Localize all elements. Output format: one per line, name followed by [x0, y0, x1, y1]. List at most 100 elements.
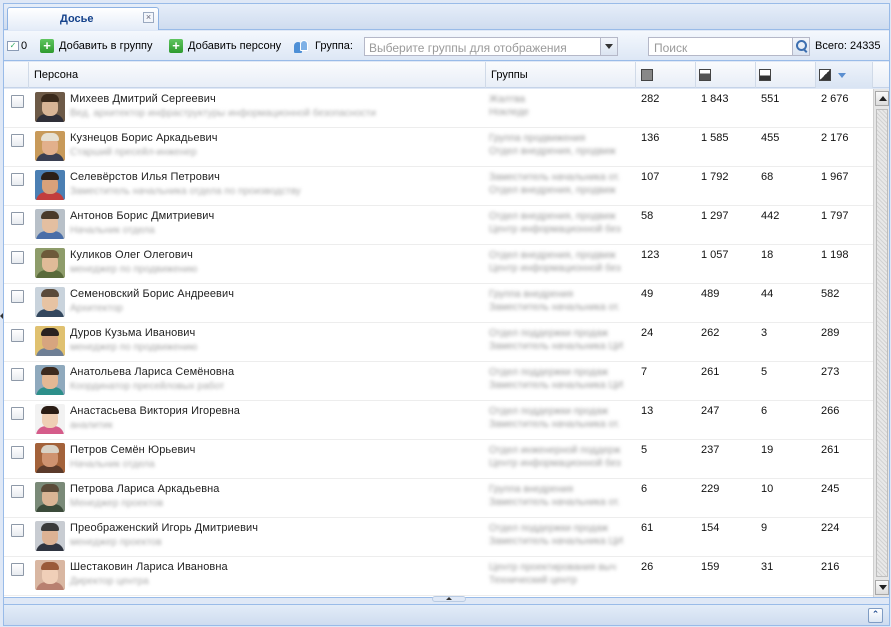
scroll-thumb[interactable]	[876, 109, 888, 577]
metric-value-m3: 442	[761, 210, 780, 222]
metric-value-m4: 1 797	[821, 210, 849, 222]
group-line: Заместитель начальника от.	[489, 302, 621, 313]
column-header-groups[interactable]: Группы	[486, 62, 636, 88]
column-header-metric-1[interactable]	[636, 62, 696, 88]
table-row[interactable]: Кузнецов Борис Аркадьевич Старший пресейл…	[4, 128, 873, 167]
grid-header: Персона Группы	[4, 62, 889, 88]
person-name[interactable]: Шестаковин Лариса Ивановна	[70, 561, 228, 573]
column-header-metric-4[interactable]	[816, 62, 873, 88]
tab-dossier[interactable]: Досье ×	[7, 7, 159, 30]
metric-value-m2: 1 585	[701, 132, 729, 144]
person-name[interactable]: Петрова Лариса Аркадьевна	[70, 483, 220, 495]
avatar[interactable]	[35, 326, 65, 356]
tab-strip: Досье ×	[4, 4, 889, 30]
row-checkbox[interactable]	[11, 212, 24, 225]
row-checkbox[interactable]	[11, 368, 24, 381]
row-checkbox[interactable]	[11, 251, 24, 264]
group-select[interactable]: Выберите группы для отображения	[364, 37, 618, 56]
group-line: Отдел поддержки продаж	[489, 406, 609, 417]
avatar[interactable]	[35, 404, 65, 434]
table-row[interactable]: Куликов Олег Олегович менеджер по продвиж…	[4, 245, 873, 284]
vertical-scrollbar[interactable]	[873, 89, 889, 597]
column-header-metric-3[interactable]	[756, 62, 816, 88]
row-checkbox[interactable]	[11, 446, 24, 459]
person-name[interactable]: Кузнецов Борис Аркадьевич	[70, 132, 218, 144]
group-line: Отдел внедрения, продвиж	[489, 211, 616, 222]
person-groups: Группа внедрения Заместитель начальника о…	[489, 288, 637, 314]
person-name[interactable]: Михеев Дмитрий Сергеевич	[70, 93, 216, 105]
person-name[interactable]: Селевёрстов Илья Петрович	[70, 171, 220, 183]
add-person-button[interactable]: + Добавить персону	[169, 31, 281, 61]
person-name[interactable]: Антонов Борис Дмитриевич	[70, 210, 214, 222]
add-to-group-label: Добавить в группу	[59, 40, 153, 52]
panel-splitter[interactable]	[4, 596, 889, 603]
avatar[interactable]	[35, 248, 65, 278]
footer-panel: ⌃	[4, 604, 889, 625]
row-checkbox[interactable]	[11, 485, 24, 498]
person-role: менеджер по продвижению	[70, 264, 198, 275]
table-row[interactable]: Дуров Кузьма Иванович менеджер по продвиж…	[4, 323, 873, 362]
table-row[interactable]: Шестаковин Лариса Ивановна Директор центр…	[4, 557, 873, 596]
person-name[interactable]: Семеновский Борис Андреевич	[70, 288, 234, 300]
avatar[interactable]	[35, 131, 65, 161]
avatar[interactable]	[35, 482, 65, 512]
left-collapse-icon[interactable]	[0, 313, 3, 319]
person-name[interactable]: Дуров Кузьма Иванович	[70, 327, 195, 339]
scroll-up-icon[interactable]	[875, 91, 889, 106]
table-row[interactable]: Антонов Борис Дмитриевич Начальник отдела…	[4, 206, 873, 245]
group-line: Группа внедрения	[489, 289, 574, 300]
row-checkbox[interactable]	[11, 524, 24, 537]
search-input[interactable]: Поиск	[648, 37, 810, 56]
table-row[interactable]: Петров Семён Юрьевич Начальник отдела Отде…	[4, 440, 873, 479]
avatar[interactable]	[35, 209, 65, 239]
row-checkbox[interactable]	[11, 329, 24, 342]
person-groups: Отдел поддержки продаж Заместитель началь…	[489, 366, 637, 392]
expand-panel-icon[interactable]: ⌃	[868, 608, 883, 623]
group-line: Центр информационной без	[489, 224, 621, 235]
avatar[interactable]	[35, 170, 65, 200]
table-row[interactable]: Семеновский Борис Андреевич Архитектор Гру…	[4, 284, 873, 323]
avatar[interactable]	[35, 443, 65, 473]
person-name[interactable]: Преображенский Игорь Дмитриевич	[70, 522, 258, 534]
person-groups: Жалтва Нокледе	[489, 93, 637, 119]
row-checkbox[interactable]	[11, 134, 24, 147]
avatar[interactable]	[35, 560, 65, 590]
person-name[interactable]: Петров Семён Юрьевич	[70, 444, 196, 456]
chevron-down-icon[interactable]	[600, 38, 617, 55]
row-checkbox[interactable]	[11, 95, 24, 108]
table-row[interactable]: Михеев Дмитрий Сергеевич Вед. архитектор …	[4, 89, 873, 128]
close-icon[interactable]: ×	[143, 12, 154, 23]
scroll-down-icon[interactable]	[875, 580, 889, 595]
group-filter-label: Группа:	[294, 31, 353, 61]
table-row[interactable]: Петрова Лариса Аркадьевна Менеджер проект…	[4, 479, 873, 518]
person-name[interactable]: Куликов Олег Олегович	[70, 249, 193, 261]
row-checkbox[interactable]	[11, 290, 24, 303]
metric-value-m1: 123	[641, 249, 660, 261]
person-name[interactable]: Анастасьева Виктория Игоревна	[70, 405, 240, 417]
column-header-person[interactable]: Персона	[29, 62, 486, 88]
add-to-group-button[interactable]: + Добавить в группу	[40, 31, 153, 61]
search-icon[interactable]	[792, 38, 809, 55]
table-row[interactable]: Преображенский Игорь Дмитриевич менеджер …	[4, 518, 873, 557]
avatar[interactable]	[35, 521, 65, 551]
group-line: Заместитель начальника ЦИ	[489, 536, 624, 547]
row-checkbox[interactable]	[11, 407, 24, 420]
table-row[interactable]: Анатольева Лариса Семёновна Координатор п…	[4, 362, 873, 401]
row-checkbox[interactable]	[11, 563, 24, 576]
person-role: Директор центра	[70, 576, 149, 587]
collapse-up-icon[interactable]	[432, 596, 466, 602]
row-checkbox[interactable]	[11, 173, 24, 186]
avatar[interactable]	[35, 365, 65, 395]
column-header-metric-2[interactable]	[696, 62, 756, 88]
avatar[interactable]	[35, 92, 65, 122]
avatar[interactable]	[35, 287, 65, 317]
person-groups: Заместитель начальника от. Отдел внедрени…	[489, 171, 637, 197]
metric-3-icon	[759, 69, 771, 81]
person-role: Заместитель начальника отдела по произво…	[70, 186, 301, 197]
table-row[interactable]: Селевёрстов Илья Петрович Заместитель нач…	[4, 167, 873, 206]
metric-value-m4: 1 967	[821, 171, 849, 183]
metric-value-m2: 1 297	[701, 210, 729, 222]
checkbox-icon: ✓	[7, 41, 19, 51]
table-row[interactable]: Анастасьева Виктория Игоревна аналитик Отд…	[4, 401, 873, 440]
person-name[interactable]: Анатольева Лариса Семёновна	[70, 366, 234, 378]
